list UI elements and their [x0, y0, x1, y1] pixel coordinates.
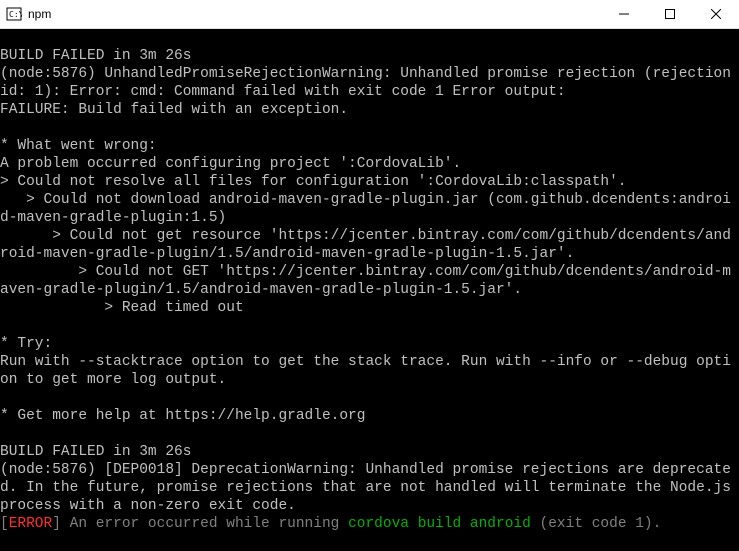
- app-icon: C:\: [6, 6, 22, 22]
- terminal-line: [0, 389, 739, 407]
- terminal-error-line: [ERROR] An error occurred while running …: [0, 515, 739, 533]
- terminal-line: * What went wrong:: [0, 137, 739, 155]
- terminal-line: > Could not download android-maven-gradl…: [0, 191, 739, 227]
- terminal-line: (node:5876) [DEP0018] DeprecationWarning…: [0, 461, 739, 515]
- terminal-line: * Get more help at https://help.gradle.o…: [0, 407, 739, 425]
- terminal-line: [0, 29, 739, 47]
- svg-text:C:\: C:\: [9, 10, 22, 19]
- terminal-line: (node:5876) UnhandledPromiseRejectionWar…: [0, 65, 739, 101]
- terminal-line: Run with --stacktrace option to get the …: [0, 353, 739, 389]
- close-button[interactable]: [693, 0, 739, 28]
- command-text: cordova build android: [348, 516, 531, 532]
- error-message: ] An error occurred while running: [52, 516, 348, 532]
- terminal-line: > Could not get resource 'https://jcente…: [0, 227, 739, 263]
- terminal-line: > Read timed out: [0, 299, 739, 317]
- terminal-line: FAILURE: Build failed with an exception.: [0, 101, 739, 119]
- terminal-line: > Could not resolve all files for config…: [0, 173, 739, 191]
- terminal-line: [0, 317, 739, 335]
- window-title: npm: [28, 7, 51, 21]
- terminal-output[interactable]: BUILD FAILED in 3m 26s(node:5876) Unhand…: [0, 29, 739, 551]
- error-label: ERROR: [9, 516, 53, 532]
- terminal-line: BUILD FAILED in 3m 26s: [0, 47, 739, 65]
- exit-code-text: (exit code 1).: [531, 516, 662, 532]
- titlebar-left: C:\ npm: [0, 6, 51, 22]
- terminal-line: BUILD FAILED in 3m 26s: [0, 443, 739, 461]
- minimize-button[interactable]: [601, 0, 647, 28]
- terminal-line: [0, 119, 739, 137]
- window-titlebar: C:\ npm: [0, 0, 739, 29]
- terminal-line: > Could not GET 'https://jcenter.bintray…: [0, 263, 739, 299]
- maximize-button[interactable]: [647, 0, 693, 28]
- terminal-line: * Try:: [0, 335, 739, 353]
- window-controls: [601, 0, 739, 28]
- terminal-line: [0, 425, 739, 443]
- terminal-line: A problem occurred configuring project '…: [0, 155, 739, 173]
- bracket: [: [0, 516, 9, 532]
